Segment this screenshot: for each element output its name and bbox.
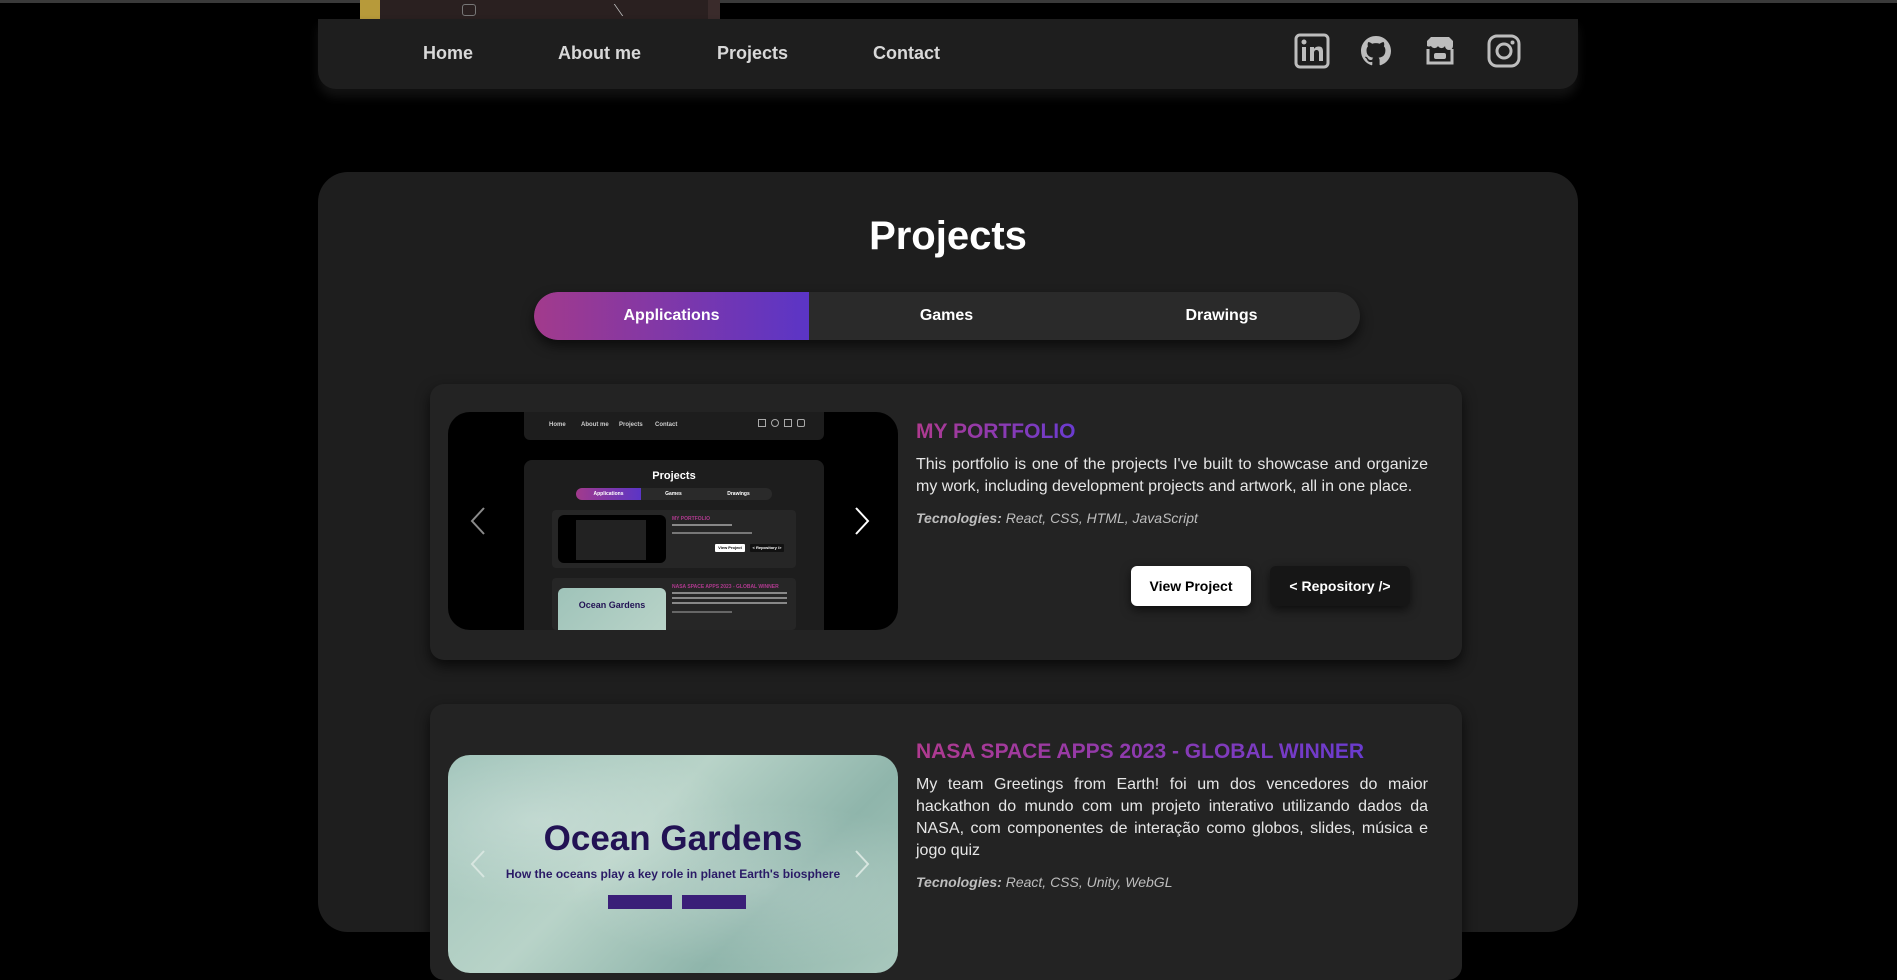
tech-list: React, CSS, Unity, WebGL [1005,874,1173,890]
tech-label: Tecnologies: [916,510,1002,526]
preview-tab: Applications [576,488,641,500]
instagram-icon[interactable] [1486,33,1522,69]
project-technologies: Tecnologies: React, CSS, HTML, JavaScrip… [916,510,1198,526]
tab-applications[interactable]: Applications [534,292,809,340]
hero-image-accent [360,0,380,20]
preview-nav-link: Projects [619,422,643,428]
view-project-button[interactable]: View Project [1131,566,1251,606]
tab-games[interactable]: Games [809,292,1084,340]
browser-top-edge [0,0,1897,3]
project-image-carousel: Home About me Projects Contact Projects … [448,412,898,630]
preview-tab: Games [665,491,682,497]
tech-list: React, CSS, HTML, JavaScript [1005,510,1198,526]
ocean-gardens-image: Ocean Gardens How the oceans play a key … [448,755,898,973]
portfolio-preview-image: Home About me Projects Contact Projects … [524,412,824,630]
preview-tabs: Applications Games Drawings [576,488,772,500]
carousel-next-arrow-icon[interactable] [846,847,876,881]
project-description: This portfolio is one of the projects I'… [916,456,1428,495]
hero-image-peek [360,0,720,20]
project-category-tabs: Applications Games Drawings [534,292,1360,340]
preview-card: Ocean Gardens NASA SPACE APPS 2023 - GLO… [552,578,796,630]
preview-ocean-title: Ocean Gardens [578,600,646,610]
nav-contact-link[interactable]: Contact [873,43,940,64]
carousel-prev-arrow-icon[interactable] [464,504,494,538]
project-title: NASA SPACE APPS 2023 - GLOBAL WINNER [916,740,1365,763]
hero-image-edge [708,0,720,20]
preview-social-icons [758,419,810,427]
carousel-prev-arrow-icon[interactable] [464,847,494,881]
preview-navbar: Home About me Projects Contact [524,412,824,440]
ocean-image-title: Ocean Gardens [543,819,803,858]
github-icon[interactable] [1358,33,1394,69]
preview-view-button: View Project [715,544,745,552]
linkedin-icon[interactable] [1294,33,1330,69]
preview-title: Projects [652,470,696,482]
project-image-carousel: Ocean Gardens How the oceans play a key … [448,755,898,973]
preview-card-title: MY PORTFOLIO [672,516,710,522]
tab-drawings[interactable]: Drawings [1084,292,1359,340]
nav-projects-link[interactable]: Projects [717,43,788,64]
preview-nav-link: Contact [655,422,678,428]
preview-nav-link: About me [581,422,609,428]
project-card: Ocean Gardens How the oceans play a key … [430,704,1462,980]
projects-section: Projects Applications Games Drawings Hom… [318,172,1578,980]
carousel-next-arrow-icon[interactable] [846,504,876,538]
top-navbar: Home About me Projects Contact [318,19,1578,89]
hero-image-mark [462,4,476,16]
ocean-image-subtitle: How the oceans play a key role in planet… [505,867,841,881]
project-technologies: Tecnologies: React, CSS, Unity, WebGL [916,874,1172,890]
ocean-image-button [682,895,746,909]
preview-card: MY PORTFOLIO View Project < Repository /… [552,510,796,568]
preview-nav-link: Home [549,422,566,428]
ocean-image-button [608,895,672,909]
nav-about-link[interactable]: About me [558,43,641,64]
tech-label: Tecnologies: [916,874,1002,890]
hero-image-sketch [613,4,640,16]
repository-button[interactable]: < Repository /> [1270,566,1410,606]
project-card: Home About me Projects Contact Projects … [430,384,1462,660]
preview-card-title: NASA SPACE APPS 2023 - GLOBAL WINNER [672,584,779,590]
project-title: MY PORTFOLIO [916,420,1076,443]
project-description: My team Greetings from Earth! foi um dos… [916,776,1428,859]
nav-home-link[interactable]: Home [423,43,473,64]
preview-repo-button: < Repository /> [750,544,784,552]
preview-projects-panel: Projects Applications Games Drawings MY … [524,460,824,630]
preview-tab: Drawings [727,491,750,497]
projects-title: Projects [869,214,1027,258]
itchio-icon[interactable] [1422,33,1458,69]
